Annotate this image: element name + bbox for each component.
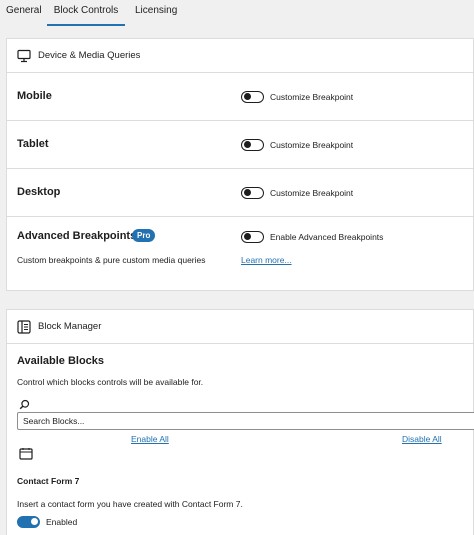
customize-breakpoint-toggle[interactable] <box>241 139 264 151</box>
enable-all-link[interactable]: Enable All <box>131 434 169 444</box>
advanced-breakpoints-row: Advanced Breakpoints Pro Enable Advanced… <box>7 217 473 290</box>
search-blocks-input[interactable]: Search Blocks... <box>17 412 474 430</box>
block-enabled-toggle[interactable] <box>17 516 40 528</box>
row-title: Tablet <box>17 138 49 150</box>
toggle-label: Customize Breakpoint <box>270 92 354 102</box>
block-status-label: Enabled <box>46 517 78 527</box>
disable-all-link[interactable]: Disable All <box>402 434 442 444</box>
customize-breakpoint-toggle[interactable] <box>241 91 264 103</box>
customize-breakpoint-toggle[interactable] <box>241 187 264 199</box>
advanced-breakpoints-toggle[interactable] <box>241 231 264 243</box>
breakpoint-row-desktop: Desktop Customize Breakpoint <box>7 169 473 217</box>
block-manager-card: Block Manager Available Blocks Control w… <box>6 309 474 535</box>
row-title: Desktop <box>17 186 61 198</box>
device-media-queries-card: Device & Media Queries Mobile Customize … <box>6 38 474 291</box>
block-icon <box>19 447 33 465</box>
available-blocks-title: Available Blocks <box>17 355 105 367</box>
toggle-label: Customize Breakpoint <box>270 188 354 198</box>
advanced-description: Custom breakpoints & pure custom media q… <box>17 255 206 265</box>
available-blocks-description: Control which blocks controls will be av… <box>17 377 204 387</box>
card-title: Block Manager <box>38 321 102 332</box>
tab-general[interactable]: General <box>6 0 42 26</box>
card-header: Block Manager <box>7 310 473 344</box>
tab-block-controls[interactable]: Block Controls <box>47 0 125 26</box>
block-name: Contact Form 7 <box>17 476 80 486</box>
breakpoint-row-mobile: Mobile Customize Breakpoint <box>7 73 473 121</box>
toggle-label: Enable Advanced Breakpoints <box>270 232 384 242</box>
desktop-icon <box>17 49 31 63</box>
tab-licensing[interactable]: Licensing <box>135 0 177 26</box>
block-description: Insert a contact form you have created w… <box>17 499 243 509</box>
toggle-label: Customize Breakpoint <box>270 140 354 150</box>
learn-more-link[interactable]: Learn more... <box>241 255 292 265</box>
row-title: Mobile <box>17 90 52 102</box>
card-header: Device & Media Queries <box>7 39 473 73</box>
tab-bar: General Block Controls Licensing <box>0 0 474 26</box>
pro-badge: Pro <box>132 229 156 242</box>
card-title: Device & Media Queries <box>38 50 141 61</box>
breakpoint-row-tablet: Tablet Customize Breakpoint <box>7 121 473 169</box>
row-title: Advanced Breakpoints <box>17 230 137 242</box>
block-manager-icon <box>17 319 31 334</box>
